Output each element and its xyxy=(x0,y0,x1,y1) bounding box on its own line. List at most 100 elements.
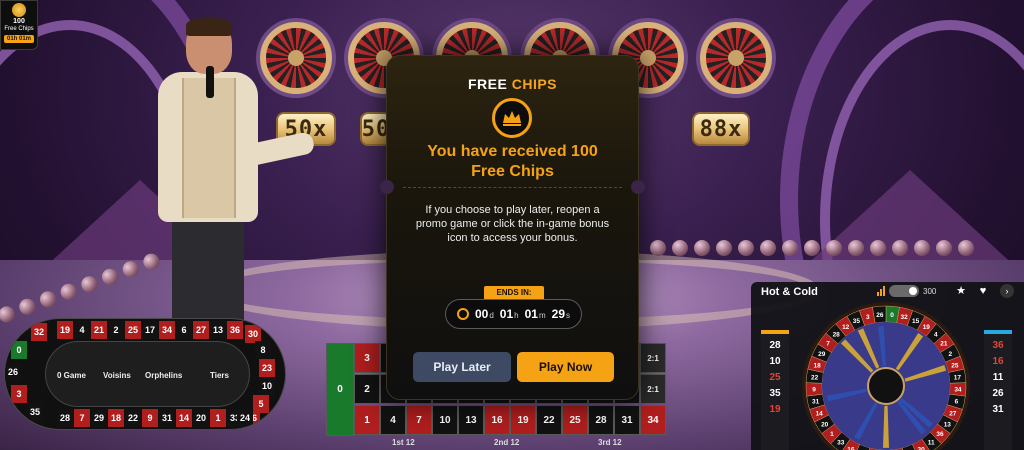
section-zero-game[interactable]: 0 Game xyxy=(57,371,86,380)
bet-cell[interactable]: 7 xyxy=(406,405,432,435)
bet-cell[interactable]: 13 xyxy=(458,405,484,435)
bet-cell[interactable]: 2 xyxy=(354,374,380,404)
racetrack-number[interactable]: 10 xyxy=(259,377,275,395)
wheel-number: 26 xyxy=(876,312,884,319)
countdown-minutes: 01 xyxy=(524,307,538,321)
hot-cold-stats[interactable]: 300 xyxy=(877,285,936,297)
wheel-number: 35 xyxy=(853,318,861,325)
bet-cell[interactable]: 22 xyxy=(536,405,562,435)
stat-number: 10 xyxy=(769,356,781,367)
favorite-star-icon[interactable]: ★ xyxy=(954,284,968,298)
wheel-number: 11 xyxy=(928,440,935,447)
racetrack-number[interactable]: 22 xyxy=(125,409,141,427)
wheel-number: 36 xyxy=(936,431,944,438)
stat-number: 25 xyxy=(769,372,781,383)
dozen-3[interactable]: 3rd 12 xyxy=(598,438,622,447)
stat-number: 16 xyxy=(992,356,1004,367)
dozen-2[interactable]: 2nd 12 xyxy=(494,438,519,447)
racetrack-number[interactable]: 27 xyxy=(193,321,209,339)
stat-number: 35 xyxy=(769,388,781,399)
bet-cell[interactable]: 34 xyxy=(640,405,666,435)
bet-cell[interactable]: 1 xyxy=(354,405,380,435)
bet-cell[interactable]: 19 xyxy=(510,405,536,435)
racetrack-number[interactable]: 6 xyxy=(176,321,192,339)
racetrack-bet-area[interactable]: 1942122517346271336112872918229311420133… xyxy=(4,318,286,430)
racetrack-number[interactable]: 9 xyxy=(142,409,158,427)
racetrack-number[interactable]: 36 xyxy=(227,321,243,339)
column-bet-cell[interactable]: 2:1 xyxy=(640,343,666,373)
wheel-number: 29 xyxy=(818,351,826,358)
wheel-number: 27 xyxy=(949,410,957,417)
wheel-number: 31 xyxy=(812,399,820,406)
racetrack-number[interactable]: 2 xyxy=(108,321,124,339)
wheel-number: 19 xyxy=(923,324,931,331)
play-later-button[interactable]: Play Later xyxy=(413,352,511,382)
bet-cell[interactable]: 25 xyxy=(562,405,588,435)
bet-cell[interactable]: 10 xyxy=(432,405,458,435)
racetrack-number[interactable]: 21 xyxy=(91,321,107,339)
column-bet-cell[interactable]: 2:1 xyxy=(640,374,666,404)
section-orphelins[interactable]: Orphelins xyxy=(145,371,182,380)
hot-cold-toggle[interactable] xyxy=(889,285,919,297)
racetrack-number[interactable]: 24 xyxy=(237,409,253,427)
free-chips-badge[interactable]: 100 Free Chips 01h 01m xyxy=(0,0,38,50)
section-tiers[interactable]: Tiers xyxy=(210,371,229,380)
racetrack-number[interactable]: 13 xyxy=(210,321,226,339)
racetrack-number[interactable]: 35 xyxy=(27,403,43,421)
dozen-1[interactable]: 1st 12 xyxy=(392,438,415,447)
play-now-button[interactable]: Play Now xyxy=(517,352,614,382)
racetrack-number[interactable]: 3 xyxy=(11,385,27,403)
modal-headline: You have received 100 Free Chips xyxy=(427,143,598,180)
racetrack-number[interactable]: 31 xyxy=(159,409,175,427)
stat-number: 28 xyxy=(769,340,781,351)
wheel-hub xyxy=(867,367,905,405)
cold-numbers-column: 28 10 25 35 19 xyxy=(761,330,789,450)
heart-icon[interactable]: ♥ xyxy=(976,284,990,298)
next-arrow-icon[interactable]: › xyxy=(1000,284,1014,298)
game-presenter xyxy=(148,18,316,368)
racetrack-number[interactable]: 32 xyxy=(31,323,47,341)
racetrack-number[interactable]: 26 xyxy=(5,363,21,381)
wheel-number: 14 xyxy=(816,410,824,417)
racetrack-number[interactable]: 0 xyxy=(11,341,27,359)
bet-cell[interactable]: 16 xyxy=(484,405,510,435)
pearl-string-right xyxy=(650,240,974,256)
racetrack-number[interactable]: 1 xyxy=(210,409,226,427)
racetrack-number[interactable]: 18 xyxy=(108,409,124,427)
free-chips-label: Free Chips xyxy=(4,26,34,32)
stopwatch-icon xyxy=(456,308,469,320)
bet-cell[interactable]: 28 xyxy=(588,405,614,435)
free-chips-amount: 100 xyxy=(13,18,25,25)
section-voisins[interactable]: Voisins xyxy=(103,371,131,380)
bet-cell-zero[interactable]: 0 xyxy=(326,343,354,436)
racetrack-number[interactable]: 28 xyxy=(57,409,73,427)
racetrack-number[interactable]: 7 xyxy=(74,409,90,427)
bet-cell[interactable]: 3 xyxy=(354,343,380,373)
wheel-number: 17 xyxy=(954,374,962,381)
modal-title: FREE CHIPS xyxy=(467,76,558,92)
racetrack-number[interactable]: 5 xyxy=(253,395,269,413)
racetrack-number[interactable]: 8 xyxy=(255,341,271,359)
wheel-number: 12 xyxy=(842,324,850,331)
roulette-wheel-stats: 0321519421225173462713361130823105241633… xyxy=(802,302,970,450)
racetrack-number[interactable]: 4 xyxy=(74,321,90,339)
stat-number: 26 xyxy=(992,388,1004,399)
racetrack-number[interactable]: 17 xyxy=(142,321,158,339)
stat-number: 19 xyxy=(769,404,781,415)
wheel-number: 33 xyxy=(837,440,845,447)
racetrack-number[interactable]: 25 xyxy=(125,321,141,339)
chip-coin-icon xyxy=(12,3,26,17)
racetrack-number[interactable]: 34 xyxy=(159,321,175,339)
countdown-seconds: 29 xyxy=(551,307,565,321)
racetrack-number[interactable]: 14 xyxy=(176,409,192,427)
racetrack-number[interactable]: 23 xyxy=(259,359,275,377)
bet-cell[interactable]: 4 xyxy=(380,405,406,435)
countdown-days: 00 xyxy=(474,307,489,321)
racetrack-number[interactable]: 29 xyxy=(91,409,107,427)
bet-cell[interactable]: 31 xyxy=(614,405,640,435)
stats-bars-icon xyxy=(877,286,885,296)
racetrack-number[interactable]: 19 xyxy=(57,321,73,339)
stat-number: 31 xyxy=(992,404,1004,415)
countdown-hours: 01 xyxy=(499,307,514,321)
racetrack-number[interactable]: 20 xyxy=(193,409,209,427)
